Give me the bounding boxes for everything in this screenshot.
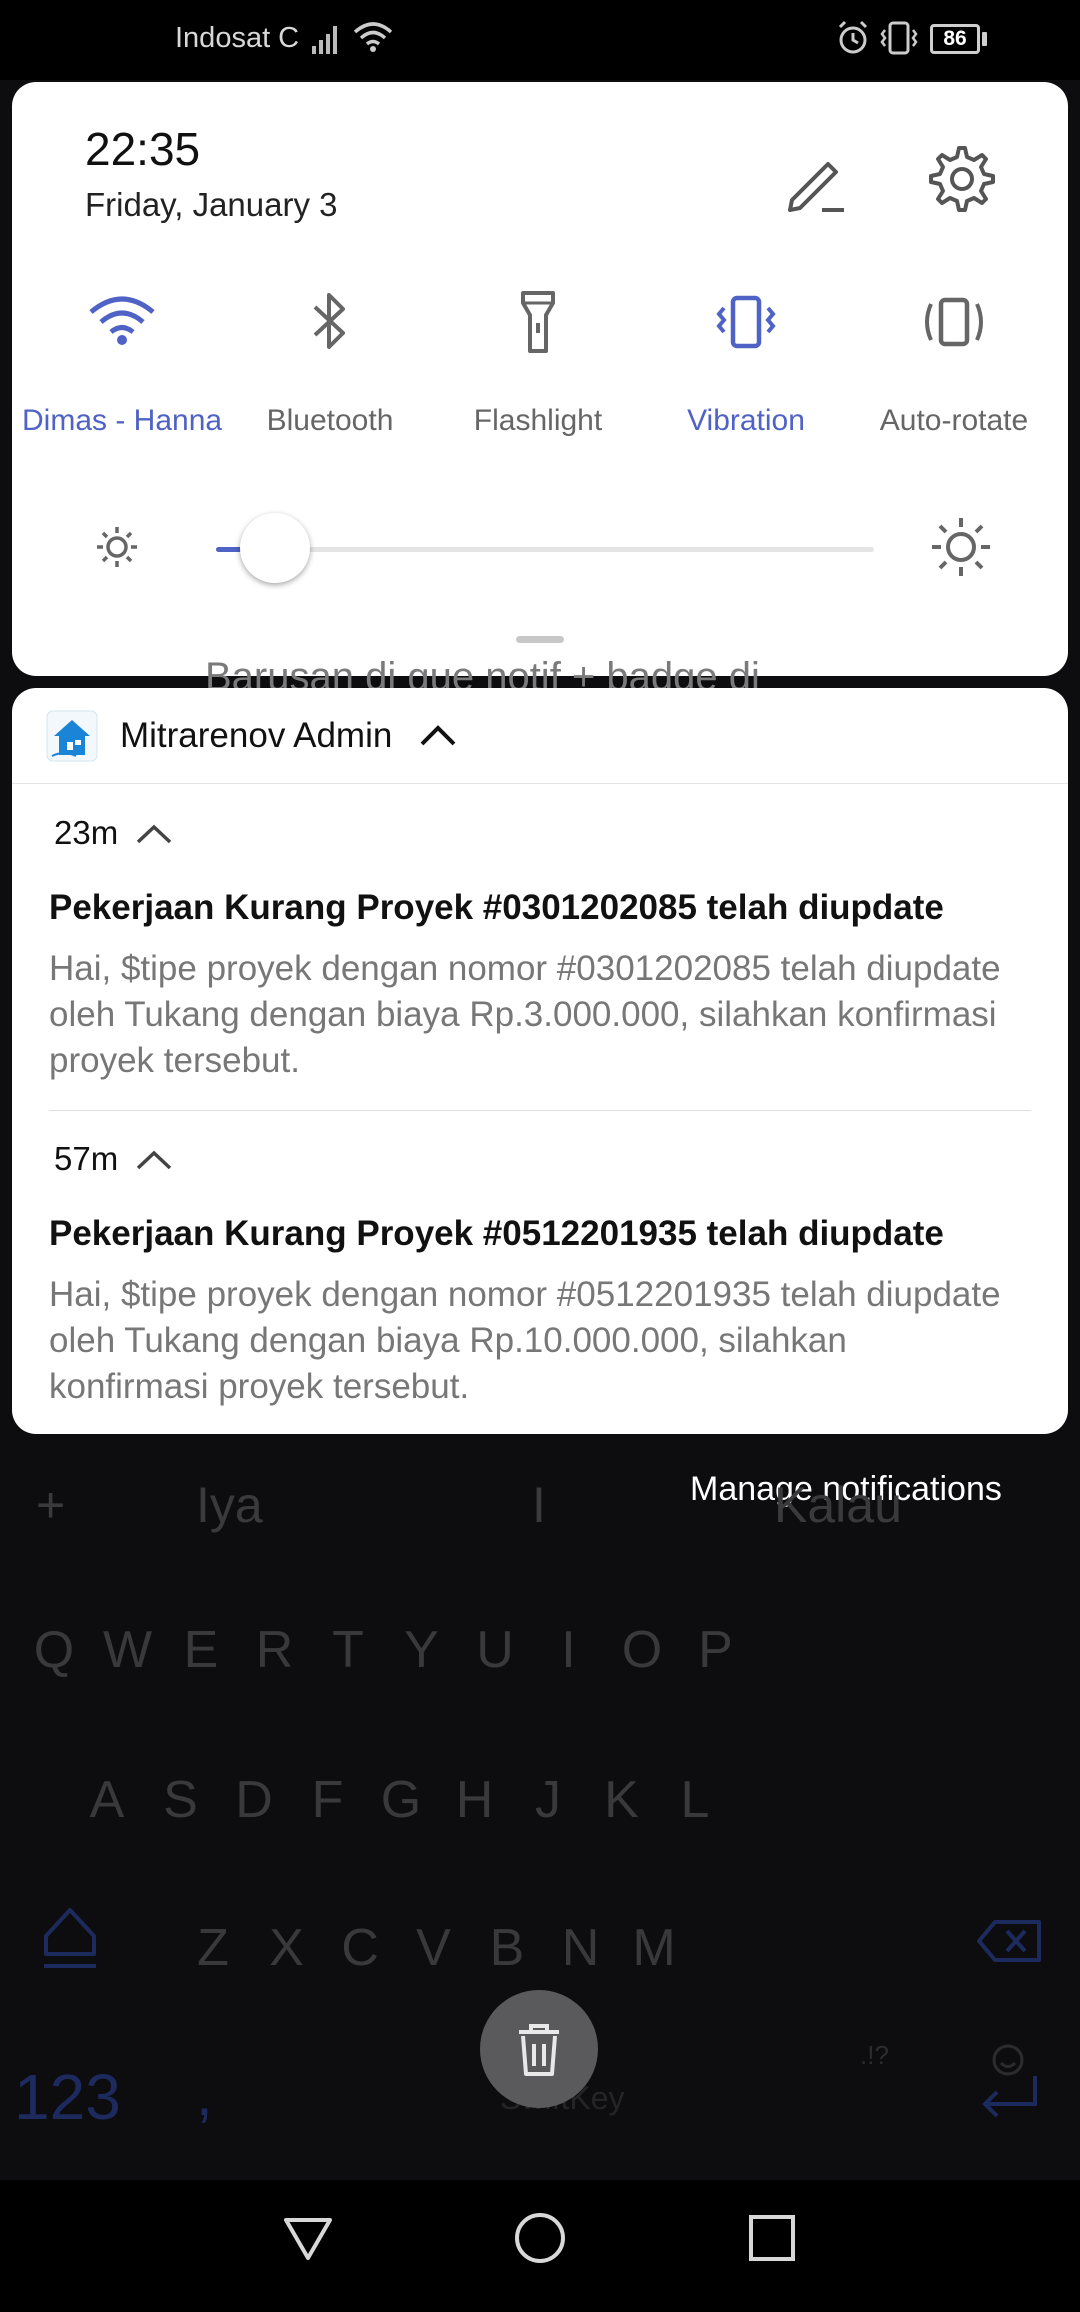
key-x[interactable]: X (252, 1918, 322, 1978)
tile-label: Vibration (687, 404, 805, 437)
mitrarenov-app-icon (46, 710, 98, 762)
key-l[interactable]: L (660, 1770, 730, 1830)
key-j[interactable]: J (513, 1770, 583, 1830)
panel-drag-handle[interactable] (516, 636, 564, 643)
notification-time: 57m (54, 1140, 119, 1177)
vibrate-icon (880, 21, 918, 55)
key-v[interactable]: V (399, 1918, 469, 1978)
enter-icon[interactable] (975, 2070, 1045, 2126)
back-triangle-icon[interactable] (280, 2210, 336, 2266)
carrier-name: Indosat C (175, 22, 300, 54)
notification-app-name: Mitrarenov Admin (120, 716, 393, 755)
suggestion-word[interactable]: I (532, 1476, 546, 1534)
battery-level: 86 (943, 27, 967, 50)
status-bar: Indosat C 86 (0, 0, 1080, 80)
key-t[interactable]: T (313, 1620, 383, 1680)
key-u[interactable]: U (460, 1620, 530, 1680)
notification-body[interactable]: Hai, $tipe proyek dengan nomor #03012020… (49, 946, 1009, 1084)
trash-icon (519, 2024, 559, 2076)
tile-label: Dimas - Hanna (22, 404, 223, 437)
bluetooth-icon (313, 293, 345, 349)
brightness-slider-thumb[interactable] (240, 513, 311, 583)
suggestion-word[interactable]: Iya (196, 1476, 263, 1534)
notification-divider (49, 1110, 1031, 1111)
key-q[interactable]: Q (19, 1620, 89, 1680)
key-g[interactable]: G (366, 1770, 436, 1830)
auto-rotate-icon (925, 297, 983, 347)
vibration-icon (716, 295, 776, 349)
tile-label: Flashlight (473, 404, 603, 437)
tile-vibration[interactable]: Vibration (646, 282, 846, 438)
backspace-icon[interactable] (975, 1916, 1045, 1966)
key-y[interactable]: Y (387, 1620, 457, 1680)
navigation-bar (0, 2180, 1080, 2312)
delete-bubble-button[interactable] (480, 1990, 598, 2108)
wifi-icon (353, 22, 393, 52)
key-h[interactable]: H (440, 1770, 510, 1830)
home-circle-icon[interactable] (512, 2210, 568, 2266)
suggestion-word[interactable]: Kalau (774, 1476, 902, 1534)
key-a[interactable]: A (72, 1770, 142, 1830)
chevron-up-icon[interactable] (418, 720, 458, 750)
notification-title[interactable]: Pekerjaan Kurang Proyek #0301202085 tela… (49, 888, 944, 928)
notification-time: 23m (54, 814, 119, 851)
key-i[interactable]: I (534, 1620, 604, 1680)
key-k[interactable]: K (587, 1770, 657, 1830)
key-m[interactable]: M (619, 1918, 689, 1978)
key-d[interactable]: D (219, 1770, 289, 1830)
recents-square-icon[interactable] (744, 2210, 800, 2266)
brightness-slider[interactable] (216, 513, 874, 583)
key-o[interactable]: O (607, 1620, 677, 1680)
signal-icon (312, 26, 337, 54)
key-z[interactable]: Z (178, 1918, 248, 1978)
clock[interactable]: 22:35 (85, 122, 200, 176)
tile-flashlight[interactable]: Flashlight (438, 282, 638, 438)
date[interactable]: Friday, January 3 (85, 186, 338, 224)
shift-icon[interactable] (40, 1904, 100, 1970)
key-r[interactable]: R (240, 1620, 310, 1680)
suggestion-add[interactable]: + (36, 1476, 65, 1534)
quick-settings-panel: 22:35 Friday, January 3 Dimas - Hanna Bl… (12, 82, 1068, 676)
notification-title[interactable]: Pekerjaan Kurang Proyek #0512201935 tela… (49, 1214, 944, 1254)
tile-wifi[interactable]: Dimas - Hanna (22, 282, 222, 438)
brightness-high-icon (932, 518, 990, 576)
key-f[interactable]: F (293, 1770, 363, 1830)
notification-body[interactable]: Hai, $tipe proyek dengan nomor #05122019… (49, 1272, 1009, 1410)
key-e[interactable]: E (166, 1620, 236, 1680)
chevron-up-icon[interactable] (134, 820, 174, 848)
tile-label: Bluetooth (266, 404, 394, 437)
comma-key[interactable]: , (196, 2060, 213, 2129)
notification-card[interactable]: Mitrarenov Admin 23m Pekerjaan Kurang Pr… (12, 688, 1068, 1434)
key-w[interactable]: W (93, 1620, 163, 1680)
key-c[interactable]: C (325, 1918, 395, 1978)
punctuation-key[interactable]: .!? (860, 2040, 889, 2071)
edit-pencil-icon[interactable] (782, 148, 852, 218)
tile-label: Auto-rotate (879, 404, 1029, 437)
gear-icon[interactable] (927, 144, 997, 214)
chevron-up-icon[interactable] (134, 1146, 174, 1174)
tile-auto-rotate[interactable]: Auto-rotate (854, 282, 1054, 438)
battery-cap (982, 32, 987, 46)
key-p[interactable]: P (681, 1620, 751, 1680)
tile-bluetooth[interactable]: Bluetooth (230, 282, 430, 438)
flashlight-icon (521, 291, 555, 353)
alarm-icon (838, 20, 868, 54)
key-n[interactable]: N (546, 1918, 616, 1978)
key-s[interactable]: S (146, 1770, 216, 1830)
wifi-icon (89, 296, 155, 345)
numbers-key[interactable]: 123 (14, 2060, 121, 2134)
brightness-low-icon (97, 527, 137, 567)
key-b[interactable]: B (472, 1918, 542, 1978)
notification-app-header[interactable]: Mitrarenov Admin (12, 688, 1068, 784)
